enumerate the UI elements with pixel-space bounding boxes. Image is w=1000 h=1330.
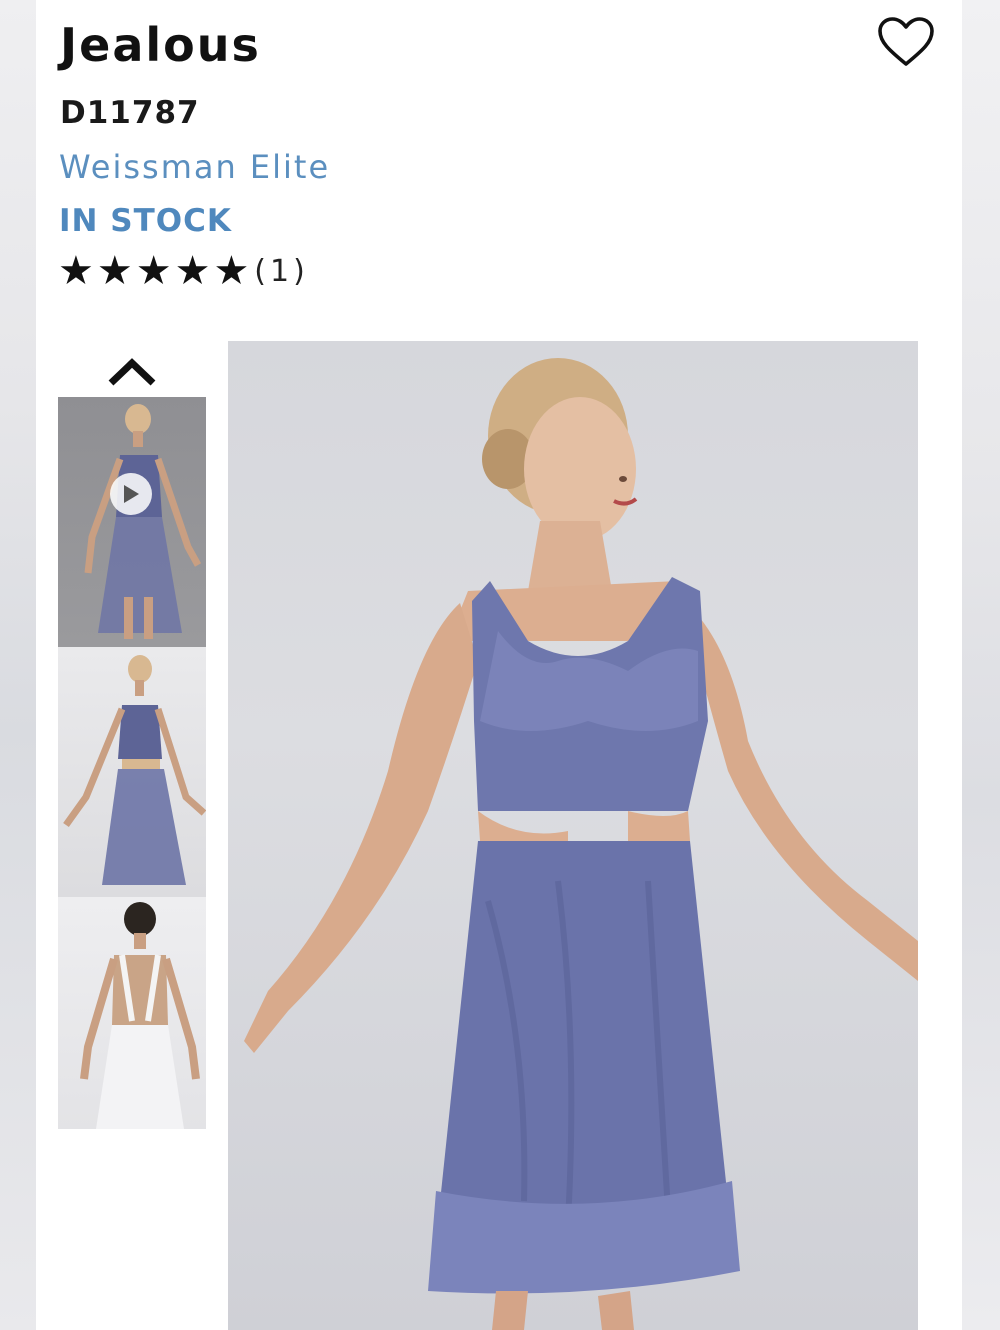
star-icon: ★ (213, 248, 250, 294)
thumbnail-video[interactable] (58, 397, 206, 647)
star-icon: ★ (58, 248, 94, 294)
brand-link[interactable]: Weissman Elite (59, 148, 330, 186)
thumbnail-list (58, 397, 206, 1129)
backdrop-right (962, 0, 1000, 1330)
dancer-back-thumbnail-image (80, 902, 200, 1129)
star-icon: ★ (96, 248, 133, 294)
stock-status: IN STOCK (59, 203, 232, 239)
star-rating: ★ ★ ★ ★ ★ (58, 251, 252, 291)
review-count: (1) (254, 253, 309, 289)
thumbnail-image[interactable] (58, 897, 206, 1129)
thumbnail-scroll-up-button[interactable] (106, 352, 158, 390)
product-sku: D11787 (60, 95, 200, 131)
star-icon: ★ (135, 248, 172, 294)
backdrop-left (0, 0, 36, 1330)
dancer-side-thumbnail-image (63, 655, 206, 885)
rating-summary[interactable]: ★ ★ ★ ★ ★ (1) (58, 251, 309, 291)
thumbnail-image[interactable] (58, 647, 206, 897)
heart-outline-icon (878, 17, 934, 66)
play-icon (124, 485, 139, 503)
product-card: Jealous D11787 Weissman Elite IN STOCK ★… (36, 0, 962, 1330)
video-play-button[interactable] (110, 473, 152, 515)
dancer-dress-main-image (244, 358, 918, 1330)
product-main-image[interactable] (228, 341, 918, 1330)
dancer-front-thumbnail-image (84, 404, 202, 639)
wishlist-button[interactable] (876, 14, 936, 70)
chevron-up-icon (108, 358, 156, 386)
product-title: Jealous (60, 18, 261, 72)
star-icon: ★ (174, 248, 211, 294)
